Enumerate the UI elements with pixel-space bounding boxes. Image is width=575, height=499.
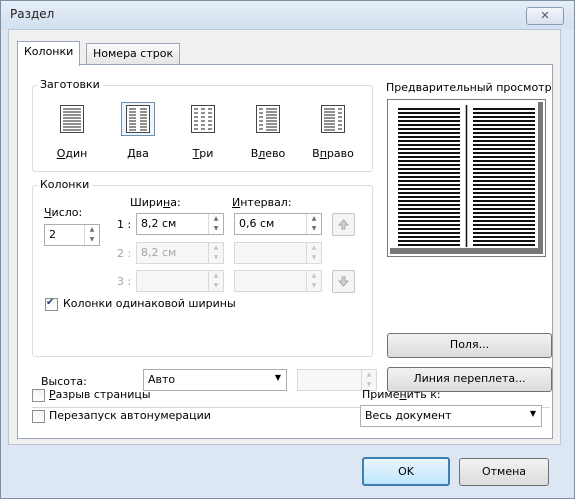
right-column-icon: [321, 105, 345, 133]
restart-numbering-label: Перезапуск автонумерации: [49, 409, 211, 422]
column-1-index: 1 :: [117, 218, 132, 231]
height-select-value: Авто: [148, 373, 176, 386]
preset-one-label: Один: [56, 147, 88, 160]
column-3-spacing[interactable]: ▲ ▼: [234, 270, 322, 292]
column-1-spacing-arrows[interactable]: ▲ ▼: [306, 214, 321, 234]
restart-numbering-checkbox[interactable]: [32, 410, 45, 423]
height-select[interactable]: Авто ▼: [143, 369, 287, 391]
chevron-down-icon: ▼: [529, 409, 536, 418]
column-2-width-value: 8,2 см: [141, 246, 177, 259]
scroll-down-button[interactable]: [332, 270, 355, 293]
column-3-width-arrows[interactable]: ▲ ▼: [208, 271, 223, 291]
chevron-down-icon: ▼: [274, 373, 281, 382]
spin-down-icon[interactable]: ▼: [307, 253, 321, 263]
tab-line-numbers[interactable]: Номера строк: [86, 43, 181, 65]
left-column-icon: [256, 105, 280, 133]
cancel-button[interactable]: Отмена: [459, 458, 549, 486]
preset-left-label: Влево: [250, 147, 286, 160]
column-count-arrows[interactable]: ▲ ▼: [84, 225, 99, 245]
column-3-spacing-arrows[interactable]: ▲ ▼: [306, 271, 321, 291]
arrow-down-icon: [338, 276, 349, 287]
spin-up-icon[interactable]: ▲: [209, 214, 223, 224]
scroll-up-button[interactable]: [332, 213, 355, 236]
margins-button[interactable]: Поля...: [387, 333, 552, 358]
equal-width-label: Колонки одинаковой ширины: [63, 297, 236, 310]
column-2-width[interactable]: 8,2 см ▲ ▼: [136, 242, 224, 264]
column-count-spinner[interactable]: 2 ▲ ▼: [44, 224, 100, 246]
spin-up-icon[interactable]: ▲: [209, 271, 223, 281]
tab-columns[interactable]: Колонки: [17, 41, 81, 66]
column-2-spacing[interactable]: ▲ ▼: [234, 242, 322, 264]
dialog-title: Раздел: [10, 7, 55, 21]
preset-two-label: Два: [127, 147, 149, 160]
column-3-index: 3 :: [117, 275, 132, 288]
equal-width-checkbox[interactable]: [45, 297, 58, 311]
one-column-icon: [60, 105, 84, 133]
spin-down-icon[interactable]: ▼: [85, 235, 99, 245]
spin-down-icon[interactable]: ▼: [307, 224, 321, 234]
preset-left[interactable]: [251, 102, 285, 136]
apply-to-label: Применить к:: [362, 388, 441, 401]
spin-up-icon[interactable]: ▲: [85, 225, 99, 235]
tab-panel-columns: Заготовки Один Два Три Влево Вправо Коло…: [17, 64, 553, 439]
preset-right-label: Вправо: [312, 147, 354, 160]
column-1-width[interactable]: 8,2 см ▲ ▼: [136, 213, 224, 235]
spacing-label: Интервал:: [232, 196, 292, 209]
column-count-value: 2: [49, 228, 56, 241]
title-bar: Раздел ✕: [1, 1, 574, 29]
page-break-checkbox[interactable]: [32, 389, 45, 402]
two-columns-icon: [126, 105, 150, 133]
dialog-body: Колонки Номера строк Заготовки Один Два …: [8, 29, 561, 445]
close-button[interactable]: ✕: [526, 7, 564, 25]
spin-down-icon[interactable]: ▼: [307, 281, 321, 291]
spin-down-icon[interactable]: ▼: [209, 281, 223, 291]
column-2-width-arrows[interactable]: ▲ ▼: [208, 243, 223, 263]
ok-button[interactable]: OK: [362, 457, 450, 486]
width-label: Ширина:: [130, 196, 181, 209]
apply-to-value: Весь документ: [365, 409, 452, 422]
tab-line-numbers-label: Номера строк: [93, 47, 174, 60]
page-break-label: Разрыв страницы: [49, 388, 151, 401]
spin-up-icon[interactable]: ▲: [307, 243, 321, 253]
column-1-spacing-value: 0,6 см: [239, 217, 275, 230]
column-1-width-value: 8,2 см: [141, 217, 177, 230]
preset-three[interactable]: [186, 102, 220, 136]
preset-two[interactable]: [121, 102, 155, 136]
preview-image: [390, 102, 543, 254]
close-icon: ✕: [540, 9, 550, 22]
columns-group-title: Колонки: [37, 178, 93, 191]
three-columns-icon: [191, 105, 215, 133]
apply-to-select[interactable]: Весь документ ▼: [360, 405, 542, 427]
cancel-button-label: Отмена: [481, 465, 527, 478]
ok-button-label: OK: [398, 465, 414, 478]
preset-right[interactable]: [316, 102, 350, 136]
column-1-width-arrows[interactable]: ▲ ▼: [208, 214, 223, 234]
height-amount-arrows[interactable]: ▲ ▼: [361, 370, 376, 390]
preset-one[interactable]: [55, 102, 89, 136]
spin-up-icon[interactable]: ▲: [307, 271, 321, 281]
arrow-up-icon: [338, 219, 349, 230]
spin-up-icon[interactable]: ▲: [209, 243, 223, 253]
preview-title: Предварительный просмотр: [386, 81, 552, 94]
height-label: Высота:: [41, 375, 87, 388]
spin-down-icon[interactable]: ▼: [209, 253, 223, 263]
column-3-width[interactable]: ▲ ▼: [136, 270, 224, 292]
preset-three-label: Три: [192, 147, 214, 160]
spin-up-icon[interactable]: ▲: [362, 370, 376, 380]
column-2-spacing-arrows[interactable]: ▲ ▼: [306, 243, 321, 263]
column-count-label: Число:: [44, 206, 83, 219]
column-2-index: 2 :: [117, 247, 132, 260]
tab-columns-label: Колонки: [24, 45, 74, 58]
column-1-spacing[interactable]: 0,6 см ▲ ▼: [234, 213, 322, 235]
preview-page: [387, 99, 546, 257]
presets-group-title: Заготовки: [37, 78, 103, 91]
gutter-line-button-label: Линия переплета...: [413, 372, 526, 385]
section-dialog: Раздел ✕ Колонки Номера строк Заготовки …: [0, 0, 575, 499]
margins-button-label: Поля...: [449, 338, 490, 351]
spin-up-icon[interactable]: ▲: [307, 214, 321, 224]
spin-down-icon[interactable]: ▼: [209, 224, 223, 234]
